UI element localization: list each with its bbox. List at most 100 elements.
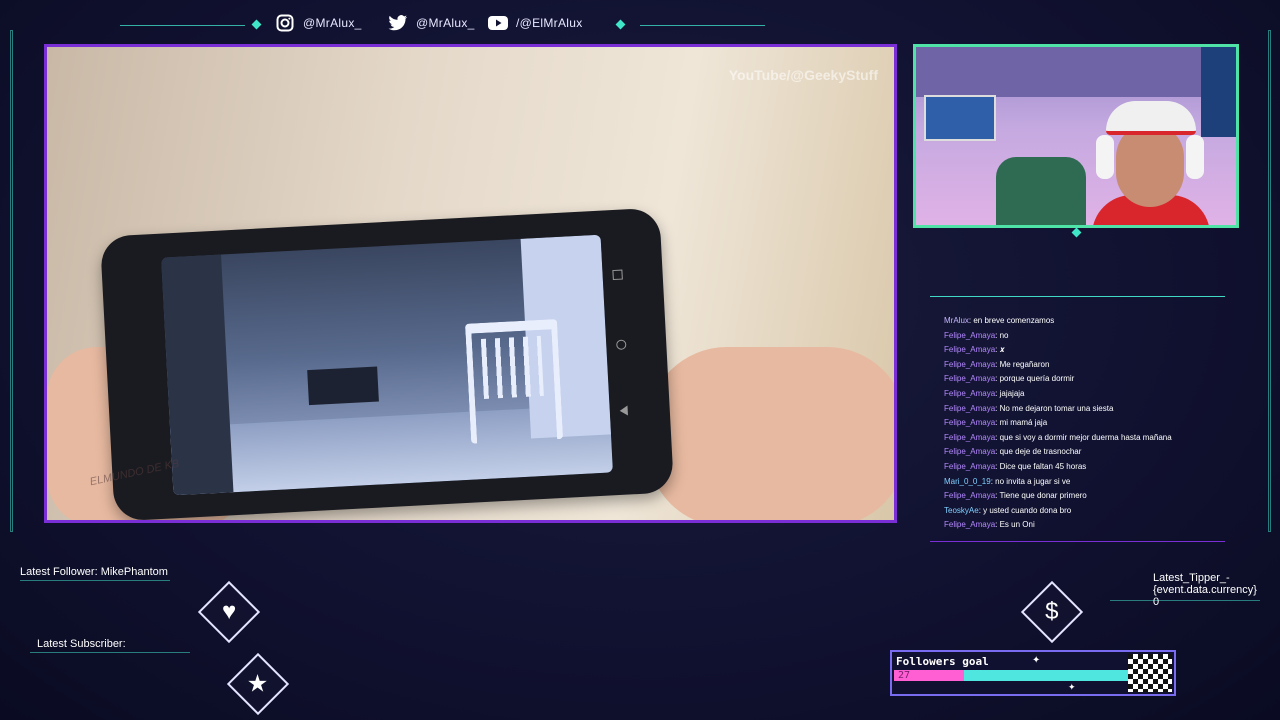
diamond-ornament <box>1071 227 1082 238</box>
chat-text: : Dice que faltan 45 horas <box>995 461 1087 471</box>
hand-right <box>647 347 894 520</box>
instagram-icon <box>275 13 295 33</box>
chat-text: : jajajaja <box>995 388 1025 398</box>
divider-line <box>120 25 245 26</box>
chat-text: : en breve comenzamos <box>968 316 1055 325</box>
goal-title: Followers goal <box>896 655 989 668</box>
frame-deco-line <box>1268 30 1271 532</box>
crib <box>464 319 564 444</box>
diamond-ornament <box>251 19 262 30</box>
chat-username[interactable]: Mari_0_0_19 <box>944 477 991 486</box>
chat-message: Felipe_Amaya: jajajaja <box>944 387 1219 402</box>
chat-text: : y usted cuando dona bro <box>978 505 1072 515</box>
cap <box>1106 101 1196 135</box>
main-video[interactable]: YouTube/@GeekyStuff ELMUNDO DE KB <box>44 44 897 523</box>
latest-subscriber-label: Latest Subscriber: <box>37 638 126 650</box>
chat-username[interactable]: MrAlux <box>944 316 969 325</box>
chat-username[interactable]: Felipe_Amaya <box>944 345 995 354</box>
chat-text: : No me dejaron tomar una siesta <box>995 403 1114 413</box>
chat-message: Felipe_Amaya: No me dejaron tomar una si… <box>944 402 1219 417</box>
chat-text: : mi mamá jaja <box>995 418 1048 428</box>
tipper-badge: $ <box>1020 580 1084 644</box>
chat-text: : no <box>995 330 1009 340</box>
chat-text: : que deje de trasnochar <box>995 447 1082 457</box>
diamond-ornament <box>615 19 626 30</box>
sparkle-icon: ✦ <box>1032 655 1041 666</box>
social-bar: @MrAlux_ @MrAlux_ /@ElMrAlux <box>0 0 1280 46</box>
chat-username[interactable]: Felipe_Amaya <box>944 331 995 340</box>
chat-username[interactable]: Felipe_Amaya <box>944 374 995 383</box>
headset-left <box>1096 135 1114 179</box>
chat-message: Felipe_Amaya: Es un Oni <box>944 518 1219 533</box>
chat-message: MrAlux: en breve comenzamos <box>944 314 1219 329</box>
goal-current: 27 <box>898 670 911 681</box>
youtube-handle: /@ElMrAlux <box>516 16 583 30</box>
chat-message: Felipe_Amaya: porque quería dormir <box>944 372 1219 387</box>
latest-follower-label: Latest Follower: MikePhantom <box>20 566 168 578</box>
latest-tipper-widget: Latest_Tipper_- {event.data.currency} 0 <box>1153 572 1257 608</box>
chat-messages: MrAlux: en breve comenzamos Felipe_Amaya:… <box>944 314 1219 533</box>
instagram-handle: @MrAlux_ <box>303 16 362 30</box>
youtube-link[interactable]: /@ElMrAlux <box>488 13 583 33</box>
subscriber-badge: ★ <box>226 652 290 716</box>
chat-text: : Me regañaron <box>995 359 1050 369</box>
youtube-icon <box>488 13 508 33</box>
chat-username[interactable]: Felipe_Amaya <box>944 491 995 500</box>
chat-username[interactable]: Felipe_Amaya <box>944 520 995 529</box>
chat-username[interactable]: TeoskyAe <box>944 506 979 515</box>
phone-screen <box>161 234 613 496</box>
recent-apps-icon <box>612 269 623 281</box>
followers-goal-widget: Followers goal ✦ 27 100 ✦ <box>890 650 1176 696</box>
chat-username[interactable]: Felipe_Amaya <box>944 360 995 369</box>
wall-poster <box>924 95 996 141</box>
instagram-link[interactable]: @MrAlux_ <box>275 13 362 33</box>
checkered-flag <box>1128 654 1172 692</box>
shelf <box>916 47 1236 97</box>
baby-bouncer <box>307 366 379 406</box>
latest-tipper-label: Latest_Tipper_- <box>1153 572 1230 584</box>
latest-tipper-currency: {event.data.currency} <box>1153 584 1257 596</box>
sparkle-icon: ✦ <box>1068 682 1076 692</box>
goal-progress-bar: 27 100 <box>894 670 1152 681</box>
chat-message: Felipe_Amaya: que si voy a dormir mejor … <box>944 431 1219 446</box>
streamer <box>1086 95 1216 225</box>
chat-message: Felipe_Amaya: mi mamá jaja <box>944 416 1219 431</box>
chat-username[interactable]: Felipe_Amaya <box>944 404 995 413</box>
webcam-feed[interactable] <box>913 44 1239 228</box>
latest-tipper-amount: 0 <box>1153 596 1160 608</box>
dollar-icon: $ <box>1045 597 1059 625</box>
divider-line <box>640 25 765 26</box>
chat-text: : que si voy a dormir mejor duerma hasta… <box>995 432 1172 442</box>
chat-message: Felipe_Amaya: Me regañaron <box>944 358 1219 373</box>
chat-text: : Tiene que donar primero <box>995 491 1087 501</box>
frame-deco-line <box>10 30 13 532</box>
chat-panel: MrAlux: en breve comenzamos Felipe_Amaya:… <box>930 296 1225 542</box>
chat-text: : porque quería dormir <box>995 374 1075 384</box>
chat-message: Felipe_Amaya: que deje de trasnochar <box>944 445 1219 460</box>
chat-message: Mari_0_0_19: no invita a jugar si ve <box>944 475 1219 490</box>
headset-right <box>1186 135 1204 179</box>
twitter-link[interactable]: @MrAlux_ <box>388 13 475 33</box>
chat-message: Felipe_Amaya: Tiene que donar primero <box>944 489 1219 504</box>
gaming-chair <box>996 157 1086 225</box>
twitter-icon <box>388 13 408 33</box>
chat-message: Felipe_Amaya: no <box>944 329 1219 344</box>
frame-deco-line <box>30 652 190 654</box>
star-icon: ★ <box>247 670 269 698</box>
chat-message: Felipe_Amaya: Dice que faltan 45 horas <box>944 460 1219 475</box>
chat-message: Felipe_Amaya: 𝒙 <box>944 343 1219 358</box>
follower-badge: ♥ <box>197 580 261 644</box>
chat-text: : no invita a jugar si ve <box>990 476 1071 486</box>
face <box>1116 123 1184 207</box>
heart-icon: ♥ <box>221 598 237 625</box>
chat-username[interactable]: Felipe_Amaya <box>944 389 995 398</box>
chat-username[interactable]: Felipe_Amaya <box>944 418 995 427</box>
chat-username[interactable]: Felipe_Amaya <box>944 447 995 456</box>
home-icon <box>616 339 627 350</box>
chat-username[interactable]: Felipe_Amaya <box>944 433 995 442</box>
chat-text: : Es un Oni <box>995 520 1035 530</box>
video-watermark: YouTube/@GeekyStuff <box>728 67 878 83</box>
chat-username[interactable]: Felipe_Amaya <box>944 462 995 471</box>
twitter-handle: @MrAlux_ <box>416 16 475 30</box>
phone-image <box>99 207 675 520</box>
